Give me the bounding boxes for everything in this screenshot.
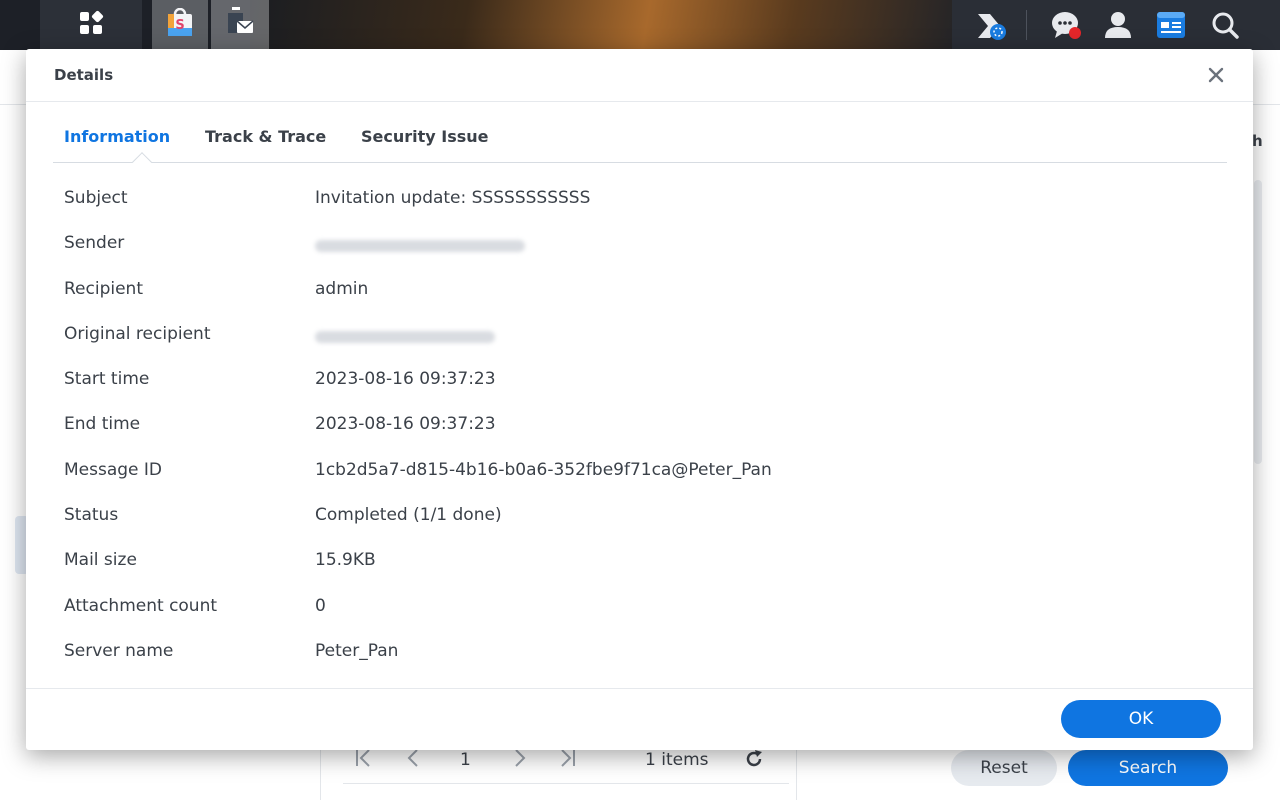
detail-row-subject: Subject Invitation update: SSSSSSSSSSS (64, 188, 1224, 212)
detail-row-sender: Sender (64, 233, 1224, 257)
detail-row-status: Status Completed (1/1 done) (64, 505, 1224, 529)
widget-icon[interactable] (974, 8, 1008, 42)
mail-server-taskbar-button[interactable] (211, 0, 269, 50)
detail-row-start-time: Start time 2023-08-16 09:37:23 (64, 369, 1224, 393)
search-icon[interactable] (1208, 8, 1242, 42)
main-menu-icon (78, 10, 104, 40)
package-center-taskbar-button[interactable]: S (152, 0, 208, 50)
field-label: Message ID (64, 460, 163, 480)
close-icon (1208, 67, 1224, 87)
user-icon[interactable] (1101, 8, 1135, 42)
refresh-icon[interactable] (743, 748, 765, 774)
field-value: Completed (1/1 done) (315, 505, 502, 525)
details-dialog: Details Information Track & Trace Securi… (26, 49, 1253, 750)
tab-track-and-trace[interactable]: Track & Trace (205, 127, 326, 146)
redacted-value (315, 233, 525, 257)
field-label: Subject (64, 188, 128, 208)
field-label: Mail size (64, 550, 137, 570)
detail-row-original-recipient: Original recipient (64, 324, 1224, 348)
field-label: Start time (64, 369, 150, 389)
field-value: 0 (315, 596, 326, 616)
tab-security-issue[interactable]: Security Issue (361, 127, 489, 146)
reset-button[interactable]: Reset (951, 750, 1057, 786)
detail-row-server-name: Server name Peter_Pan (64, 641, 1224, 665)
active-tab-indicator (132, 152, 152, 172)
detail-row-mail-size: Mail size 15.9KB (64, 550, 1224, 574)
next-page-icon[interactable] (508, 747, 530, 774)
divider (26, 101, 1253, 102)
field-label: Status (64, 505, 119, 525)
field-label: Attachment count (64, 596, 218, 616)
tab-information[interactable]: Information (64, 127, 170, 146)
package-center-icon: S (165, 7, 195, 42)
close-button[interactable] (1204, 65, 1228, 89)
last-page-icon[interactable] (556, 747, 578, 774)
ok-button[interactable]: OK (1061, 700, 1221, 738)
svg-text:S: S (175, 18, 184, 33)
dialog-title: Details (54, 66, 114, 84)
tray-separator (1026, 10, 1027, 40)
field-value: 2023-08-16 09:37:23 (315, 414, 496, 434)
field-label: Original recipient (64, 324, 211, 344)
field-value: Peter_Pan (315, 641, 399, 661)
first-page-icon[interactable] (353, 747, 375, 774)
tab-bar: Information Track & Trace Security Issue (53, 127, 1227, 172)
detail-row-end-time: End time 2023-08-16 09:37:23 (64, 414, 1224, 438)
detail-row-recipient: Recipient admin (64, 279, 1224, 303)
partial-label: h (1252, 132, 1263, 150)
current-page-number[interactable]: 1 (460, 750, 471, 770)
field-value: 15.9KB (315, 550, 376, 570)
redacted-value (315, 324, 495, 348)
dashboard-icon[interactable] (1154, 8, 1188, 42)
divider (26, 688, 1253, 689)
detail-row-attachment-count: Attachment count 0 (64, 596, 1224, 620)
scrollbar[interactable] (1254, 180, 1262, 464)
field-label: End time (64, 414, 141, 434)
items-count: 1 items (645, 750, 709, 770)
divider (343, 783, 789, 784)
mail-app-icon (224, 7, 256, 43)
field-label: Sender (64, 233, 125, 253)
previous-page-icon[interactable] (403, 747, 425, 774)
main-menu-button[interactable] (40, 0, 142, 50)
field-label: Server name (64, 641, 174, 661)
field-label: Recipient (64, 279, 143, 299)
search-button[interactable]: Search (1068, 750, 1228, 786)
desktop-taskbar: S (0, 0, 1280, 50)
field-value: Invitation update: SSSSSSSSSSS (315, 188, 591, 208)
field-value: 1cb2d5a7-d815-4b16-b0a6-352fbe9f71ca@Pet… (315, 460, 772, 480)
chat-icon[interactable] (1049, 8, 1083, 42)
field-value: 2023-08-16 09:37:23 (315, 369, 496, 389)
detail-row-message-id: Message ID 1cb2d5a7-d815-4b16-b0a6-352fb… (64, 460, 1224, 484)
field-value: admin (315, 279, 369, 299)
wallpaper (250, 0, 970, 50)
